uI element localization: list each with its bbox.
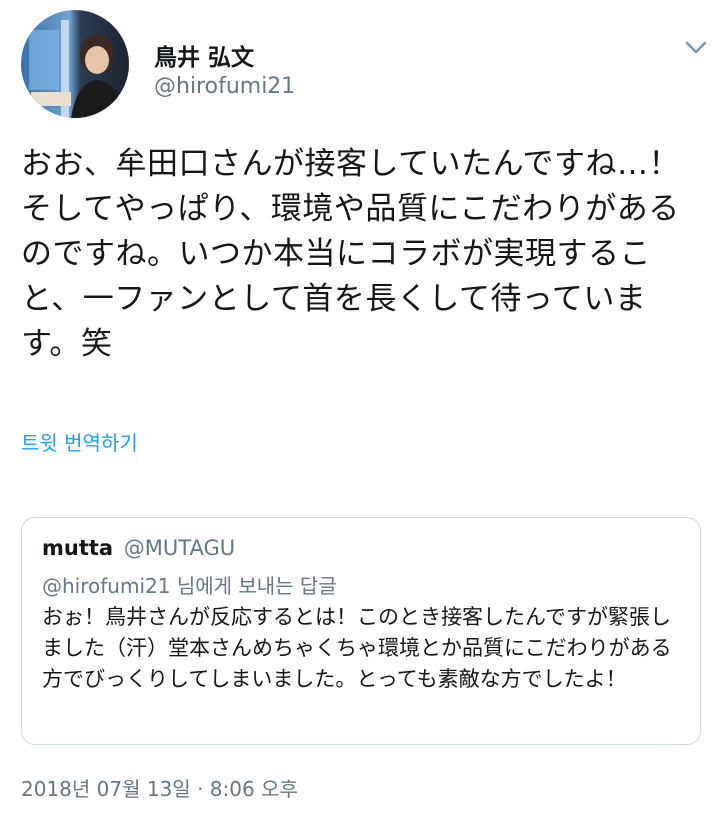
- quoted-author-name: mutta: [42, 536, 114, 560]
- chevron-down-icon[interactable]: [681, 32, 711, 62]
- quoted-author: mutta @MUTAGU: [42, 536, 235, 560]
- author-display-name[interactable]: 鳥井 弘文: [154, 38, 254, 72]
- author-handle[interactable]: @hirofumi21: [154, 74, 295, 99]
- avatar-photo-icon: [21, 10, 129, 118]
- quoted-tweet-text: おぉ！鳥井さんが反応するとは！このとき接客したんですが緊張しました（汗）堂本さん…: [42, 605, 672, 691]
- tweet-text: おお、牟田口さんが接客していたんですね…！そしてやっぱり、環境や品質にこだわりが…: [21, 146, 681, 362]
- tweet-header: 鳥井 弘文 @hirofumi21: [21, 10, 711, 122]
- translate-tweet-link[interactable]: 트윗 번역하기: [21, 427, 138, 456]
- quoted-reply-context: @hirofumi21 님에게 보내는 답글: [42, 574, 337, 598]
- avatar[interactable]: [21, 10, 129, 118]
- quoted-author-handle: @MUTAGU: [123, 536, 236, 560]
- tweet-timestamp: 2018년 07월 13일 · 8:06 오후: [21, 777, 298, 801]
- quoted-tweet[interactable]: mutta @MUTAGU @hirofumi21 님에게 보내는 답글 おぉ！…: [21, 517, 701, 745]
